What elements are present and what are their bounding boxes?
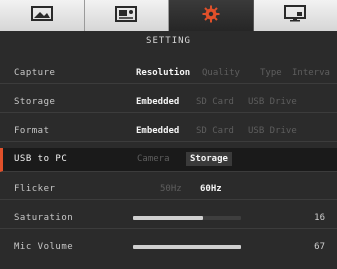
image-icon: [30, 6, 53, 25]
monitor-icon: [284, 5, 307, 26]
setting-row-capture[interactable]: Capture Resolution Quality Type Interva: [0, 62, 337, 84]
row-label: Format: [14, 126, 50, 136]
setting-row-storage[interactable]: Storage Embedded SD Card USB Drive: [0, 91, 337, 113]
saturation-slider[interactable]: [133, 216, 241, 220]
slider-fill: [133, 245, 241, 249]
setting-row-saturation[interactable]: Saturation 16: [0, 207, 337, 229]
setting-row-flicker[interactable]: Flicker 50Hz 60Hz: [0, 178, 337, 200]
row-label: Capture: [14, 68, 56, 78]
row-label: Saturation: [14, 213, 74, 223]
row-label: Flicker: [14, 184, 56, 194]
row-label: Mic Volume: [14, 242, 74, 252]
option-sd-card[interactable]: SD Card: [196, 126, 234, 136]
option-storage[interactable]: Storage: [186, 152, 232, 166]
option-50hz[interactable]: 50Hz: [160, 184, 182, 194]
setting-row-usb-to-pc[interactable]: USB to PC Camera Storage: [0, 148, 337, 172]
option-embedded[interactable]: Embedded: [136, 126, 179, 136]
row-label: USB to PC: [14, 154, 68, 164]
video-icon: [115, 5, 138, 26]
saturation-value: 16: [314, 213, 325, 223]
option-usb-drive[interactable]: USB Drive: [248, 126, 297, 136]
mic-volume-value: 67: [314, 242, 325, 252]
tab-settings[interactable]: [169, 0, 254, 31]
slider-fill: [133, 216, 204, 220]
tab-image[interactable]: [0, 0, 85, 31]
option-camera[interactable]: Camera: [137, 154, 170, 164]
gear-icon: [202, 5, 220, 27]
tab-video[interactable]: [84, 0, 169, 31]
option-usb-drive[interactable]: USB Drive: [248, 97, 297, 107]
page-title: SETTING: [146, 36, 191, 46]
row-label: Storage: [14, 97, 56, 107]
option-type[interactable]: Type: [260, 68, 282, 78]
setting-row-mic-volume[interactable]: Mic Volume 67: [0, 236, 337, 258]
option-interval[interactable]: Interva: [292, 68, 330, 78]
mic-volume-slider[interactable]: [133, 245, 241, 249]
tab-display[interactable]: [253, 0, 337, 31]
option-resolution[interactable]: Resolution: [136, 68, 190, 78]
tab-bar: [0, 0, 337, 31]
option-quality[interactable]: Quality: [202, 68, 240, 78]
setting-row-format[interactable]: Format Embedded SD Card USB Drive: [0, 120, 337, 142]
option-embedded[interactable]: Embedded: [136, 97, 179, 107]
option-60hz[interactable]: 60Hz: [200, 184, 222, 194]
option-sd-card[interactable]: SD Card: [196, 97, 234, 107]
